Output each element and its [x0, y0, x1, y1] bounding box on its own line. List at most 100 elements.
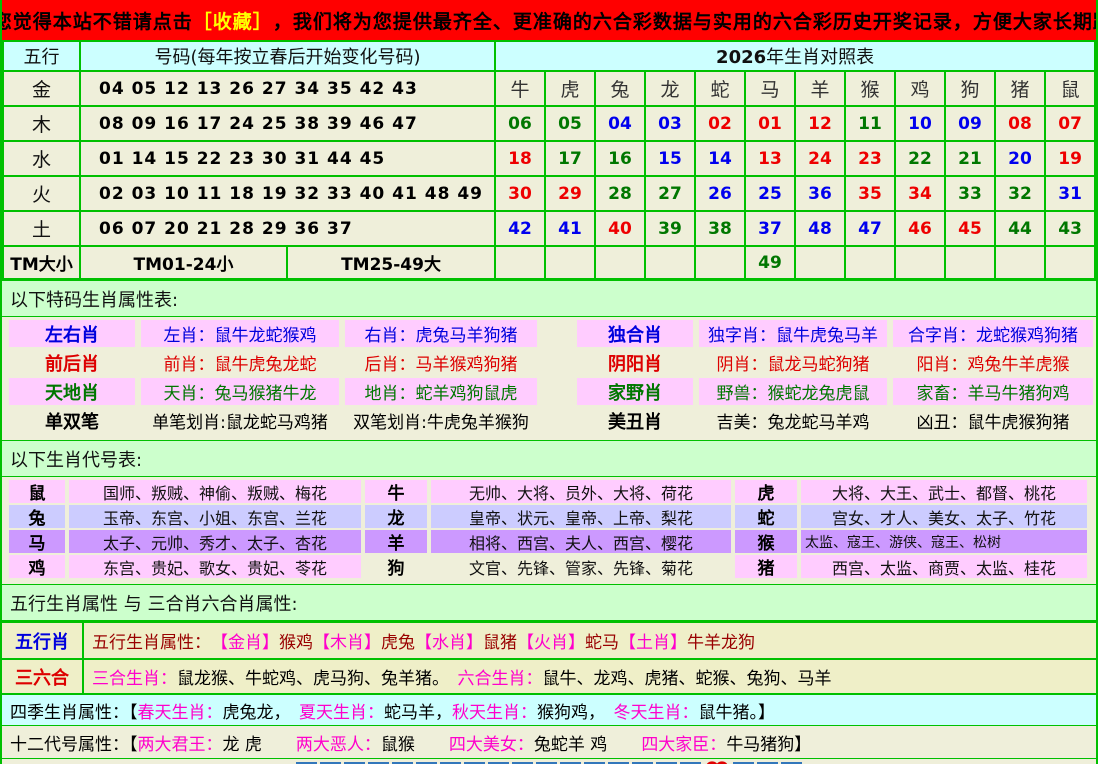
codes-text-segment: 鼠猴 — [381, 730, 449, 755]
tm-zodiac-cell — [795, 246, 845, 279]
zodiac-number-cell: 18 — [495, 141, 545, 176]
alias-row: 鼠国师、叛贼、神偷、叛贼、梅花牛无帅、大将、员外、大将、荷花虎大将、大王、武士、… — [9, 480, 1089, 503]
alias-names-cell: 大将、大王、武士、都督、桃花 — [801, 480, 1087, 503]
zodiac-number-cell: 41 — [545, 211, 595, 246]
alias-zodiac-label: 鸡 — [9, 555, 65, 578]
codes-text-segment: 四大美女： — [449, 730, 534, 755]
zodiac-number-cell: 19 — [1045, 141, 1095, 176]
zodiac-number-cell: 26 — [695, 176, 745, 211]
year-zodiac-header: 2026年生肖对照表 — [495, 41, 1095, 71]
element-row: 金04 05 12 13 26 27 34 35 42 43牛虎兔龙蛇马羊猴鸡狗… — [3, 71, 1095, 106]
wuxing-text-segment: 鼠猪 — [483, 628, 517, 653]
zodiac-number-cell: 30 — [495, 176, 545, 211]
zodiac-name-cell: 狗 — [945, 71, 995, 106]
attribute-row-spacer — [543, 378, 571, 405]
attribute-cell: 阴肖：鼠龙马蛇狗猪 — [699, 349, 887, 376]
tm-zodiac-cell — [595, 246, 645, 279]
codes-text-segment: 两大恶人： — [296, 730, 381, 755]
attribute-label: 天地肖 — [9, 378, 135, 405]
element-label: 土 — [3, 211, 80, 246]
alias-names-cell: 文官、先锋、管家、先锋、菊花 — [431, 555, 731, 578]
zodiac-name-cell: 虎 — [545, 71, 595, 106]
wuxing-text-segment: 【土肖】 — [619, 628, 687, 653]
zodiac-number-cell: 02 — [695, 106, 745, 141]
element-numbers: 01 14 15 22 23 30 31 44 45 — [80, 141, 495, 176]
wuxing-row: 三六合三合生肖： 鼠龙猴、牛蛇鸡、虎马狗、兔羊猪。 六合生肖： 鼠牛、龙鸡、虎猪… — [2, 658, 1096, 695]
element-column-header: 五行 — [3, 41, 80, 71]
zodiac-number-cell: 23 — [845, 141, 895, 176]
wuxing-text-segment: 五行生肖属性： — [92, 628, 211, 653]
alias-zodiac-label: 牛 — [365, 480, 427, 503]
season-zodiac-row: 四季生肖属性：【春天生肖：虎兔龙， 夏天生肖：蛇马羊，秋天生肖：猴狗鸡， 冬天生… — [2, 695, 1096, 726]
zodiac-name-cell: 鸡 — [895, 71, 945, 106]
zodiac-number-cell: 21 — [945, 141, 995, 176]
season-text-segment: 冬天生肖： — [614, 698, 699, 723]
season-text-segment: 蛇马羊， — [384, 698, 452, 723]
zodiac-number-cell: 16 — [595, 141, 645, 176]
codes-text-segment: 牛马猪狗】 — [726, 730, 811, 755]
attribute-cell: 合字肖：龙蛇猴鸡狗猪 — [893, 320, 1093, 347]
table-header-row: 五行号码(每年按立春后开始变化号码)2026年生肖对照表 — [3, 41, 1095, 71]
alias-names-cell: 西宫、太监、商贾、太监、桂花 — [801, 555, 1087, 578]
attribute-label: 家野肖 — [577, 378, 693, 405]
attribute-row-spacer — [543, 349, 571, 376]
wuxing-text-segment: 蛇马 — [585, 628, 619, 653]
zodiac-number-cell: 31 — [1045, 176, 1095, 211]
element-row: 火02 03 10 11 18 19 32 33 40 41 48 493029… — [3, 176, 1095, 211]
zodiac-number-cell: 44 — [995, 211, 1045, 246]
attributes-table: 左右肖左肖：鼠牛龙蛇猴鸡右肖：虎兔马羊狗猪独合肖独字肖：鼠牛虎兔马羊合字肖：龙蛇… — [2, 317, 1096, 440]
alias-names-cell: 无帅、大将、员外、大将、荷花 — [431, 480, 731, 503]
zodiac-number-cell: 35 — [845, 176, 895, 211]
wuxing-row: 五行肖五行生肖属性：【金肖】猴鸡 【木肖】虎兔 【水肖】鼠猪 【火肖】蛇马 【土… — [2, 621, 1096, 658]
attribute-cell: 天肖：兔马猴猪牛龙 — [141, 378, 339, 405]
zodiac-number-cell: 14 — [695, 141, 745, 176]
wuxing-text-segment: 鼠龙猴、牛蛇鸡、虎马狗、兔羊猪。 — [177, 664, 458, 689]
zodiac-number-cell: 48 — [795, 211, 845, 246]
banner-text-segment: ，我们将为您提供最齐全、更准确的六合彩数据与实用的六合彩历史开奖记录，方便大家长… — [273, 7, 1098, 34]
element-numbers: 08 09 16 17 24 25 38 39 46 47 — [80, 106, 495, 141]
zodiac-name-cell: 猪 — [995, 71, 1045, 106]
attribute-cell: 前肖：鼠牛虎兔龙蛇 — [141, 349, 339, 376]
attribute-row-spacer — [543, 320, 571, 347]
zodiac-number-cell: 15 — [645, 141, 695, 176]
alias-zodiac-label: 兔 — [9, 505, 65, 528]
zodiac-number-cell: 46 — [895, 211, 945, 246]
alias-zodiac-label: 蛇 — [735, 505, 797, 528]
season-text-segment: 猴狗鸡， — [537, 698, 614, 723]
zodiac-number-cell: 06 — [495, 106, 545, 141]
zodiac-number-cell: 32 — [995, 176, 1045, 211]
wuxing-label: 三六合 — [2, 660, 84, 693]
tm-zodiac-cell — [895, 246, 945, 279]
season-text-segment: 虎兔龙， — [223, 698, 300, 723]
alias-zodiac-label: 狗 — [365, 555, 427, 578]
attribute-cell: 吉美：兔龙蛇马羊鸡 — [699, 407, 887, 434]
codes-text-segment: 十二代号属性：【 — [10, 730, 138, 755]
zodiac-name-cell: 蛇 — [695, 71, 745, 106]
codes-text-segment: 两大君王： — [138, 730, 223, 755]
zodiac-name-cell: 马 — [745, 71, 795, 106]
attribute-cell: 右肖：虎兔马羊狗猪 — [345, 320, 537, 347]
alias-zodiac-label: 猪 — [735, 555, 797, 578]
alias-zodiac-label: 龙 — [365, 505, 427, 528]
wuxing-text-segment: 鼠牛、龙鸡、虎猪、蛇猴、兔狗、马羊 — [543, 664, 832, 689]
zodiac-name-cell: 鼠 — [1045, 71, 1095, 106]
zodiac-number-cell: 04 — [595, 106, 645, 141]
attribute-row-spacer — [543, 407, 571, 434]
element-row: 土06 07 20 21 28 29 36 374241403938374847… — [3, 211, 1095, 246]
tm-zodiac-cell — [945, 246, 995, 279]
zodiac-name-cell: 猴 — [845, 71, 895, 106]
alias-names-cell: 太子、元帅、秀才、太子、杏花 — [69, 530, 361, 553]
alias-names-cell: 皇帝、状元、皇帝、上帝、梨花 — [431, 505, 731, 528]
zodiac-name-cell: 羊 — [795, 71, 845, 106]
zodiac-number-cell: 07 — [1045, 106, 1095, 141]
zodiac-number-cell: 39 — [645, 211, 695, 246]
alias-row: 马太子、元帅、秀才、太子、杏花羊相将、西宫、夫人、西宫、樱花猴太监、寇王、游侠、… — [9, 530, 1089, 553]
year-number: 2026 — [716, 47, 766, 68]
codes-text-segment: 龙 虎 — [223, 730, 296, 755]
wuxing-content: 五行生肖属性：【金肖】猴鸡 【木肖】虎兔 【水肖】鼠猪 【火肖】蛇马 【土肖】牛… — [84, 623, 1096, 658]
zodiac-number-cell: 17 — [545, 141, 595, 176]
footer-slogan-bar: 把本站告诉十个朋友以上！大家好才是真的好！ — [2, 759, 1096, 764]
section-title-attributes: 以下特码生肖属性表: — [2, 280, 1096, 317]
attribute-row: 前后肖前肖：鼠牛虎兔龙蛇后肖：马羊猴鸡狗猪阴阳肖阴肖：鼠龙马蛇狗猪阳肖：鸡兔牛羊… — [9, 349, 1089, 376]
zodiac-number-cell: 38 — [695, 211, 745, 246]
